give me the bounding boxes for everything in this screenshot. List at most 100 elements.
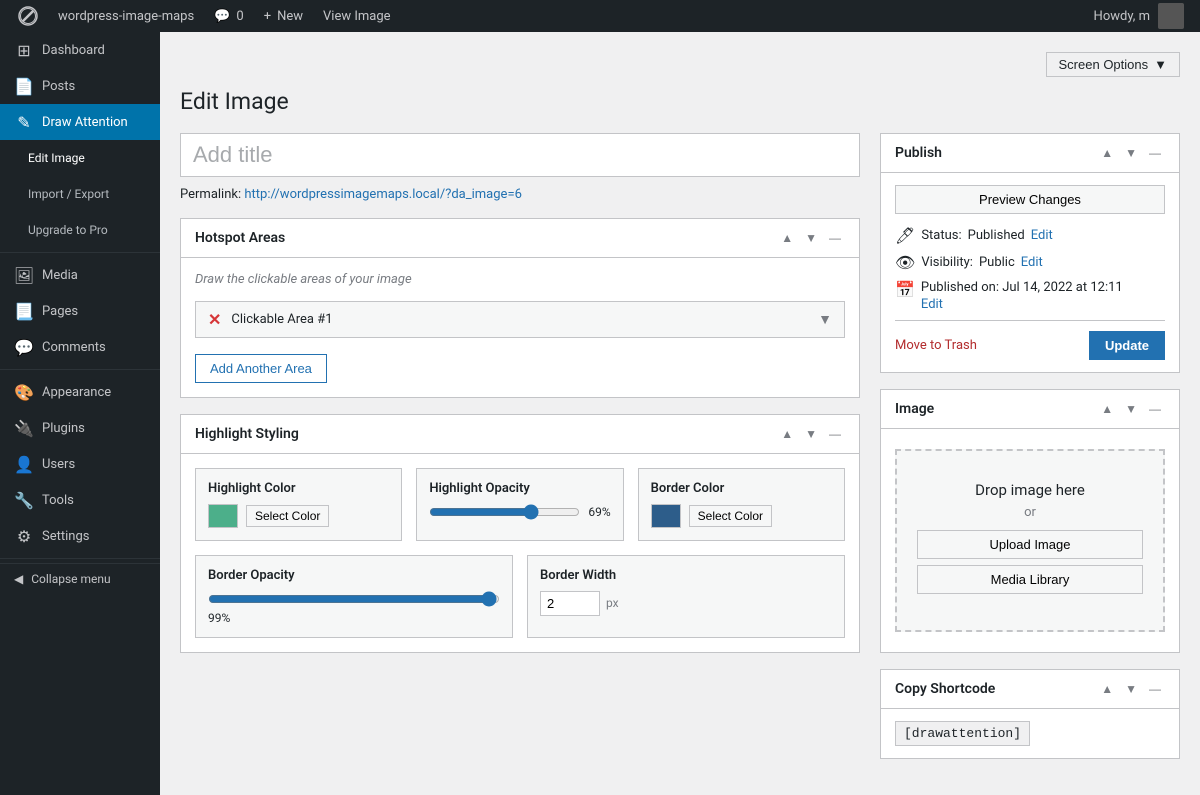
sidebar-item-comments[interactable]: 💬 Comments	[0, 329, 160, 365]
shortcode-collapse-down-btn[interactable]: ▼	[1121, 680, 1141, 698]
upload-image-button[interactable]: Upload Image	[917, 530, 1143, 559]
update-button[interactable]: Update	[1089, 331, 1165, 360]
border-opacity-value: 99%	[208, 611, 500, 625]
sidebar-item-dashboard[interactable]: ⊞ Dashboard	[0, 32, 160, 68]
collapse-label: Collapse menu	[31, 572, 110, 586]
highlight-toggle-btn[interactable]: —	[825, 425, 845, 443]
sidebar-item-pages[interactable]: 📃 Pages	[0, 293, 160, 329]
sidebar-item-plugins[interactable]: 🔌 Plugins	[0, 410, 160, 446]
sidebar-label-posts: Posts	[42, 79, 75, 94]
post-title-input[interactable]	[180, 133, 860, 177]
sidebar-label-dashboard: Dashboard	[42, 43, 105, 58]
publish-panel-title: Publish	[895, 145, 942, 161]
hotspot-areas-content: Draw the clickable areas of your image ✕…	[181, 258, 859, 397]
image-collapse-up-btn[interactable]: ▲	[1097, 400, 1117, 418]
plus-icon: +	[264, 9, 271, 24]
image-collapse-down-btn[interactable]: ▼	[1121, 400, 1141, 418]
right-column: Publish ▲ ▼ — Preview Changes 🖊 Status: …	[880, 133, 1180, 775]
add-another-area-button[interactable]: Add Another Area	[195, 354, 327, 383]
publish-toggle-btn[interactable]: —	[1145, 144, 1165, 162]
highlight-styling-metabox: Highlight Styling ▲ ▼ — Highlight Colo	[180, 414, 860, 653]
highlight-styling-title: Highlight Styling	[195, 426, 299, 442]
sidebar-label-pages: Pages	[42, 304, 78, 319]
sidebar-item-appearance[interactable]: 🎨 Appearance	[0, 374, 160, 410]
status-edit-link[interactable]: Edit	[1031, 228, 1053, 243]
sidebar-sub-label-import-export: Import / Export	[28, 187, 109, 201]
site-name-item[interactable]: wordpress-image-maps	[48, 0, 204, 32]
image-panel-title: Image	[895, 401, 934, 417]
shortcode-collapse-up-btn[interactable]: ▲	[1097, 680, 1117, 698]
visibility-edit-link[interactable]: Edit	[1021, 255, 1043, 270]
metabox-collapse-up-btn[interactable]: ▲	[777, 229, 797, 247]
status-icon: 🖊	[895, 226, 915, 245]
border-opacity-item: Border Opacity 99%	[195, 555, 513, 638]
metabox-toggle-btn[interactable]: —	[825, 229, 845, 247]
styling-grid-row1: Highlight Color Select Color Highlight O…	[195, 468, 845, 541]
sidebar-sub-label-upgrade: Upgrade to Pro	[28, 223, 108, 237]
metabox-controls: ▲ ▼ —	[777, 229, 845, 247]
move-to-trash-link[interactable]: Move to Trash	[895, 338, 977, 353]
screen-options-bar: Screen Options ▼	[180, 52, 1180, 77]
main-content: Screen Options ▼ Edit Image Permalink: h…	[160, 32, 1200, 795]
draw-attention-icon: ✎	[14, 112, 34, 132]
highlight-color-swatch	[208, 504, 238, 528]
sidebar-sub-upgrade[interactable]: Upgrade to Pro	[0, 212, 160, 248]
shortcode-panel-header[interactable]: Copy Shortcode ▲ ▼ —	[881, 670, 1179, 709]
hotspot-areas-header[interactable]: Hotspot Areas ▲ ▼ —	[181, 219, 859, 258]
site-name: wordpress-image-maps	[58, 9, 194, 24]
publish-collapse-down-btn[interactable]: ▼	[1121, 144, 1141, 162]
status-row: 🖊 Status: Published Edit	[895, 226, 1165, 245]
sidebar-sub-edit-image[interactable]: Edit Image	[0, 140, 160, 176]
metabox-collapse-down-btn[interactable]: ▼	[801, 229, 821, 247]
border-color-select-button[interactable]: Select Color	[689, 505, 772, 527]
sidebar-item-settings[interactable]: ⚙ Settings	[0, 518, 160, 554]
view-image-label: View Image	[323, 9, 391, 24]
published-edit-link[interactable]: Edit	[921, 297, 1123, 312]
area-expand-button[interactable]: ▼	[818, 311, 832, 327]
publish-collapse-up-btn[interactable]: ▲	[1097, 144, 1117, 162]
sidebar-item-tools[interactable]: 🔧 Tools	[0, 482, 160, 518]
highlight-styling-content: Highlight Color Select Color Highlight O…	[181, 454, 859, 652]
permalink-link[interactable]: http://wordpressimagemaps.local/?da_imag…	[244, 187, 522, 202]
sidebar-label-appearance: Appearance	[42, 385, 111, 400]
border-opacity-slider[interactable]	[208, 591, 500, 607]
sidebar-label-media: Media	[42, 268, 78, 283]
screen-options-button[interactable]: Screen Options ▼	[1046, 52, 1180, 77]
border-width-input[interactable]	[540, 591, 600, 616]
publish-actions: Move to Trash Update	[895, 320, 1165, 360]
shortcode-toggle-btn[interactable]: —	[1145, 680, 1165, 698]
border-width-label: Border Width	[540, 568, 616, 583]
highlight-color-select-button[interactable]: Select Color	[246, 505, 329, 527]
admin-sidebar: ⊞ Dashboard 📄 Posts ✎ Draw Attention Edi…	[0, 32, 160, 795]
area-delete-button[interactable]: ✕	[208, 310, 221, 329]
collapse-menu-item[interactable]: ◀ Collapse menu	[0, 563, 160, 594]
sidebar-item-posts[interactable]: 📄 Posts	[0, 68, 160, 104]
border-color-item: Border Color Select Color	[638, 468, 845, 541]
users-icon: 👤	[14, 454, 34, 474]
highlight-styling-header[interactable]: Highlight Styling ▲ ▼ —	[181, 415, 859, 454]
permalink-label: Permalink:	[180, 187, 241, 202]
image-panel-header[interactable]: Image ▲ ▼ —	[881, 390, 1179, 429]
view-image-item[interactable]: View Image	[313, 0, 401, 32]
menu-divider-2	[0, 369, 160, 370]
border-color-row: Select Color	[651, 504, 832, 528]
wp-logo-item[interactable]	[8, 0, 48, 32]
new-item[interactable]: + New	[254, 0, 313, 32]
sidebar-item-users[interactable]: 👤 Users	[0, 446, 160, 482]
shortcode-value: [drawattention]	[895, 721, 1030, 746]
image-toggle-btn[interactable]: —	[1145, 400, 1165, 418]
sidebar-item-media[interactable]: 🖼 Media	[0, 257, 160, 293]
sidebar-item-draw-attention[interactable]: ✎ Draw Attention	[0, 104, 160, 140]
visibility-value: Public	[979, 255, 1015, 270]
highlight-opacity-slider[interactable]	[429, 504, 580, 520]
highlight-collapse-up-btn[interactable]: ▲	[777, 425, 797, 443]
border-width-row: px	[540, 591, 832, 616]
publish-panel-header[interactable]: Publish ▲ ▼ —	[881, 134, 1179, 173]
preview-changes-button[interactable]: Preview Changes	[895, 185, 1165, 214]
media-library-button[interactable]: Media Library	[917, 565, 1143, 594]
highlight-collapse-down-btn[interactable]: ▼	[801, 425, 821, 443]
sidebar-sub-import-export[interactable]: Import / Export	[0, 176, 160, 212]
comments-item[interactable]: 💬 0	[204, 0, 254, 32]
image-panel-content: Drop image here or Upload Image Media Li…	[881, 429, 1179, 652]
left-column: Permalink: http://wordpressimagemaps.loc…	[180, 133, 860, 775]
